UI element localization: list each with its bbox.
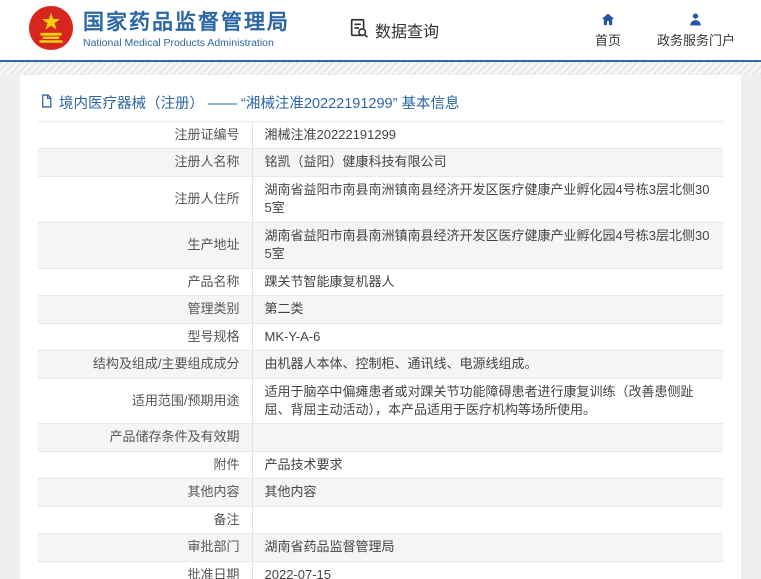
striped-divider <box>0 62 761 75</box>
row-value: 湘械注准20222191299 <box>265 127 397 142</box>
table-row: 型号规格 MK-Y-A-6 <box>38 323 723 350</box>
row-value: MK-Y-A-6 <box>265 329 321 344</box>
row-value: 第二类 <box>265 301 304 316</box>
row-value: 2022-07-15 <box>265 567 332 579</box>
row-value: 其他内容 <box>265 484 317 499</box>
header-nav: 首页 政务服务门户 <box>595 12 735 49</box>
info-table-body: 注册证编号 湘械注准20222191299 注册人名称 铭凯（益阳）健康科技有限… <box>38 122 723 579</box>
table-row: 产品储存条件及有效期 <box>38 424 723 451</box>
page-title: 境内医疗器械（注册） —— “湘械注准20222191299” 基本信息 <box>38 83 723 122</box>
row-label: 结构及组成/主要组成成分 <box>93 356 240 371</box>
home-icon <box>600 12 616 27</box>
site-title: 国家药品监督管理局 <box>83 11 290 35</box>
top-header: 国家药品监督管理局 National Medical Products Admi… <box>0 0 761 62</box>
nav-gov-portal-label: 政务服务门户 <box>657 30 735 49</box>
row-value: 湖南省药品监督管理局 <box>265 539 395 554</box>
row-label: 备注 <box>213 512 239 527</box>
row-label: 管理类别 <box>187 301 239 316</box>
nav-gov-portal[interactable]: 政务服务门户 <box>657 12 735 49</box>
table-row: 适用范围/预期用途 适用于脑卒中偏瘫患者或对踝关节功能障碍患者进行康复训练（改善… <box>38 378 723 424</box>
row-label: 批准日期 <box>187 567 239 579</box>
data-query-label: 数据查询 <box>375 18 439 42</box>
row-label: 生产地址 <box>187 237 239 252</box>
table-row: 批准日期 2022-07-15 <box>38 561 723 579</box>
row-label: 审批部门 <box>187 539 239 554</box>
row-label: 型号规格 <box>187 329 239 344</box>
row-label: 产品储存条件及有效期 <box>109 429 239 444</box>
user-icon <box>688 12 703 27</box>
table-row: 注册人住所 湖南省益阳市南县南洲镇南县经济开发区医疗健康产业孵化园4号栋3层北侧… <box>38 176 723 222</box>
table-row: 注册人名称 铭凯（益阳）健康科技有限公司 <box>38 149 723 176</box>
nav-home-label: 首页 <box>595 30 621 49</box>
row-label: 注册人住所 <box>174 191 239 206</box>
content-panel: 境内医疗器械（注册） —— “湘械注准20222191299” 基本信息 注册证… <box>20 75 741 579</box>
national-emblem-icon <box>28 5 74 56</box>
table-row: 注册证编号 湘械注准20222191299 <box>38 122 723 149</box>
row-value: 湖南省益阳市南县南洲镇南县经济开发区医疗健康产业孵化园4号栋3层北侧305室 <box>265 228 710 261</box>
table-row: 备注 <box>38 506 723 533</box>
row-label: 其他内容 <box>187 484 239 499</box>
table-row: 产品名称 踝关节智能康复机器人 <box>38 268 723 295</box>
row-value: 铭凯（益阳）健康科技有限公司 <box>265 154 447 169</box>
document-search-icon <box>348 17 370 44</box>
row-label: 注册人名称 <box>174 154 239 169</box>
row-value: 适用于脑卒中偏瘫患者或对踝关节功能障碍患者进行康复训练（改善患侧趾屈、背屈主动活… <box>265 384 694 417</box>
page-title-text: 境内医疗器械（注册） —— “湘械注准20222191299” 基本信息 <box>59 92 459 113</box>
row-value: 产品技术要求 <box>265 457 343 472</box>
row-label: 注册证编号 <box>174 127 239 142</box>
nmpa-logo[interactable]: 国家药品监督管理局 National Medical Products Admi… <box>28 5 290 56</box>
row-label: 附件 <box>213 457 239 472</box>
table-row: 生产地址 湖南省益阳市南县南洲镇南县经济开发区医疗健康产业孵化园4号栋3层北侧3… <box>38 222 723 268</box>
table-row: 审批部门 湖南省药品监督管理局 <box>38 534 723 561</box>
data-query-nav[interactable]: 数据查询 <box>348 17 439 44</box>
row-value: 由机器人本体、控制柜、通讯线、电源线组成。 <box>265 356 538 371</box>
device-info-table: 注册证编号 湘械注准20222191299 注册人名称 铭凯（益阳）健康科技有限… <box>38 122 723 579</box>
table-row: 管理类别 第二类 <box>38 296 723 323</box>
document-icon <box>40 94 53 112</box>
row-label: 产品名称 <box>187 274 239 289</box>
nav-home[interactable]: 首页 <box>595 12 621 49</box>
row-value: 湖南省益阳市南县南洲镇南县经济开发区医疗健康产业孵化园4号栋3层北侧305室 <box>265 182 710 215</box>
table-row: 结构及组成/主要组成成分 由机器人本体、控制柜、通讯线、电源线组成。 <box>38 351 723 378</box>
row-label: 适用范围/预期用途 <box>132 393 240 408</box>
table-row: 附件 产品技术要求 <box>38 451 723 478</box>
row-value: 踝关节智能康复机器人 <box>265 274 395 289</box>
site-subtitle: National Medical Products Administration <box>83 37 290 49</box>
table-row: 其他内容 其他内容 <box>38 479 723 506</box>
